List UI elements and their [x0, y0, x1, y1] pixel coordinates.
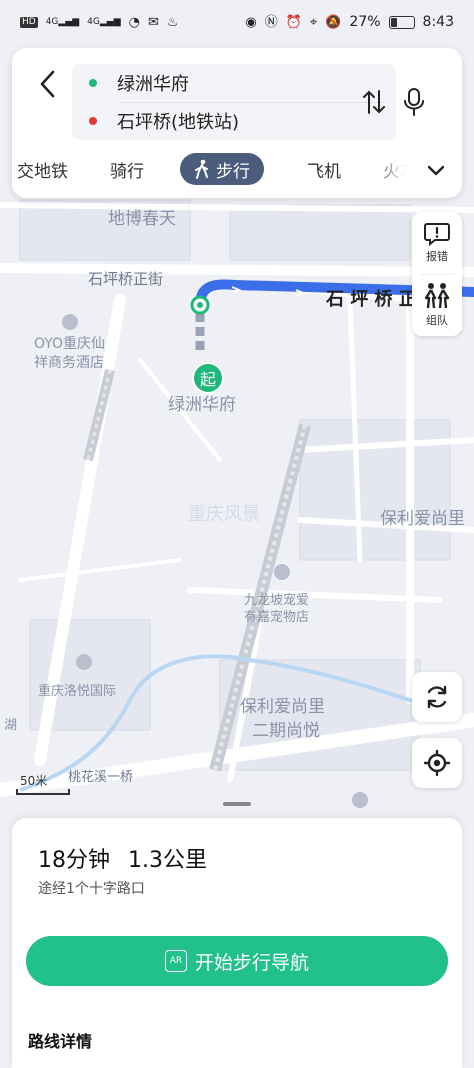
travel-mode-tabs: 交地铁 骑行 步行 飞机 火车 — [12, 148, 462, 190]
signal-2-label: 4G — [87, 16, 100, 27]
back-arrow-icon — [40, 70, 55, 98]
map-label-oyo-1: OYO重庆仙 — [34, 336, 106, 352]
report-icon — [424, 223, 450, 246]
location-icon: ⌖ — [309, 14, 318, 30]
tab-cycling-label: 骑行 — [110, 161, 144, 182]
address-box: 绿洲华府 石坪桥(地铁站) — [72, 64, 396, 140]
app-icon: ♨ — [166, 14, 179, 30]
wechat-icon: ✉ — [147, 14, 159, 30]
start-navigation-button[interactable]: AR 开始步行导航 — [26, 936, 448, 986]
origin-dot-icon — [89, 79, 97, 87]
swap-icon — [363, 90, 385, 114]
route-duration: 18分钟 — [38, 848, 110, 873]
walk-icon — [195, 159, 208, 179]
wifi-icon: ◔ — [128, 14, 140, 30]
route-distance: 1.3公里 — [128, 848, 207, 873]
voice-button[interactable] — [400, 86, 428, 118]
map-label-dibo: 地博春天 — [108, 209, 176, 229]
tabs-fade — [372, 148, 420, 190]
tab-transit-label: 交地铁 — [17, 161, 68, 182]
tab-walking[interactable]: 步行 — [180, 153, 264, 185]
map-label-oyo-2: 祥商务酒店 — [34, 355, 104, 371]
map-label-lvzhou: 绿洲华府 — [168, 395, 236, 415]
back-button[interactable] — [30, 66, 66, 102]
tab-transit[interactable]: 交地铁 — [17, 153, 68, 185]
signal-icon: 4G▂▄▆ — [45, 16, 80, 27]
nfc-icon: Ⓝ — [264, 14, 278, 30]
battery-percent: 27% — [349, 14, 381, 30]
report-error-button[interactable]: 报错 — [412, 212, 462, 274]
map-label-poly2-1: 保利爱尚里 — [240, 697, 325, 717]
map-label-street: 石坪桥正街 — [88, 270, 164, 288]
destination-dot-icon — [89, 117, 97, 125]
network-badge: HD — [20, 16, 38, 28]
destination-text: 石坪桥(地铁站) — [117, 112, 240, 133]
swap-button[interactable] — [360, 88, 388, 116]
signal-1-label: 4G — [45, 16, 59, 27]
signal-icon-2: 4G▂▄▆ — [87, 16, 121, 27]
tab-cycling[interactable]: 骑行 — [110, 153, 144, 185]
sheet-handle[interactable] — [223, 802, 251, 806]
route-details-title[interactable]: 路线详情 — [28, 1028, 92, 1052]
route-via: 途经1个十字路口 — [38, 881, 145, 897]
ar-icon: AR — [164, 950, 187, 972]
refresh-icon — [427, 685, 447, 709]
tab-flight-label: 飞机 — [307, 161, 341, 182]
start-navigation-label: 开始步行导航 — [194, 951, 309, 974]
tab-flight[interactable]: 飞机 — [307, 153, 341, 185]
map-label-poly1: 保利爱尚里 — [380, 509, 465, 529]
team-button[interactable]: 组队 — [412, 274, 462, 336]
microphone-icon — [404, 88, 424, 116]
refresh-button[interactable] — [412, 672, 462, 722]
tab-walking-label: 步行 — [216, 161, 250, 182]
map-scale-bar — [16, 789, 70, 795]
route-summary-sheet: 18分钟 1.3公里 途经1个十字路口 AR 开始步行导航 路线详情 — [12, 818, 462, 1068]
locate-button[interactable] — [412, 738, 462, 788]
report-label: 报错 — [426, 250, 448, 263]
map-label-road: 石 坪 桥 正 — [326, 289, 417, 310]
map-label-pet-2: 有嘉宠物店 — [244, 610, 310, 625]
map-label-watermark: 重庆风景 — [188, 504, 260, 525]
route-summary: 18分钟 1.3公里 — [38, 842, 207, 874]
map-tools-panel: 报错 组队 — [412, 212, 462, 336]
eye-icon: ◉ — [245, 14, 257, 30]
team-icon — [424, 283, 450, 309]
map-label-poly2-2: 二期尚悦 — [252, 721, 320, 741]
status-bar: HD 4G▂▄▆ 4G▂▄▆ ◔ ✉ ♨ ◉ Ⓝ ⏰ ⌖ 🔕 27% 8:43 — [0, 0, 474, 44]
start-marker-label: 起 — [199, 370, 216, 389]
destination-row[interactable]: 石坪桥(地铁站) — [72, 102, 396, 140]
origin-row[interactable]: 绿洲华府 — [72, 64, 396, 102]
battery-icon — [388, 15, 415, 29]
map-label-taohua: 桃花溪一桥 — [68, 770, 134, 785]
locate-icon — [423, 749, 451, 777]
clock: 8:43 — [422, 14, 454, 30]
alarm-icon: ⏰ — [285, 14, 302, 30]
team-label: 组队 — [426, 314, 448, 327]
map-label-hu: 湖 — [4, 718, 18, 733]
origin-text: 绿洲华府 — [117, 74, 189, 95]
map-scale-label: 50米 — [20, 774, 48, 788]
route-card: 绿洲华府 石坪桥(地铁站) 交地铁 骑行 步行 飞机 火车 — [12, 48, 462, 198]
mute-icon: 🔕 — [325, 14, 342, 30]
map-label-luoyue: 重庆洛悦国际 — [38, 684, 117, 699]
chevron-down-icon[interactable] — [424, 158, 448, 182]
